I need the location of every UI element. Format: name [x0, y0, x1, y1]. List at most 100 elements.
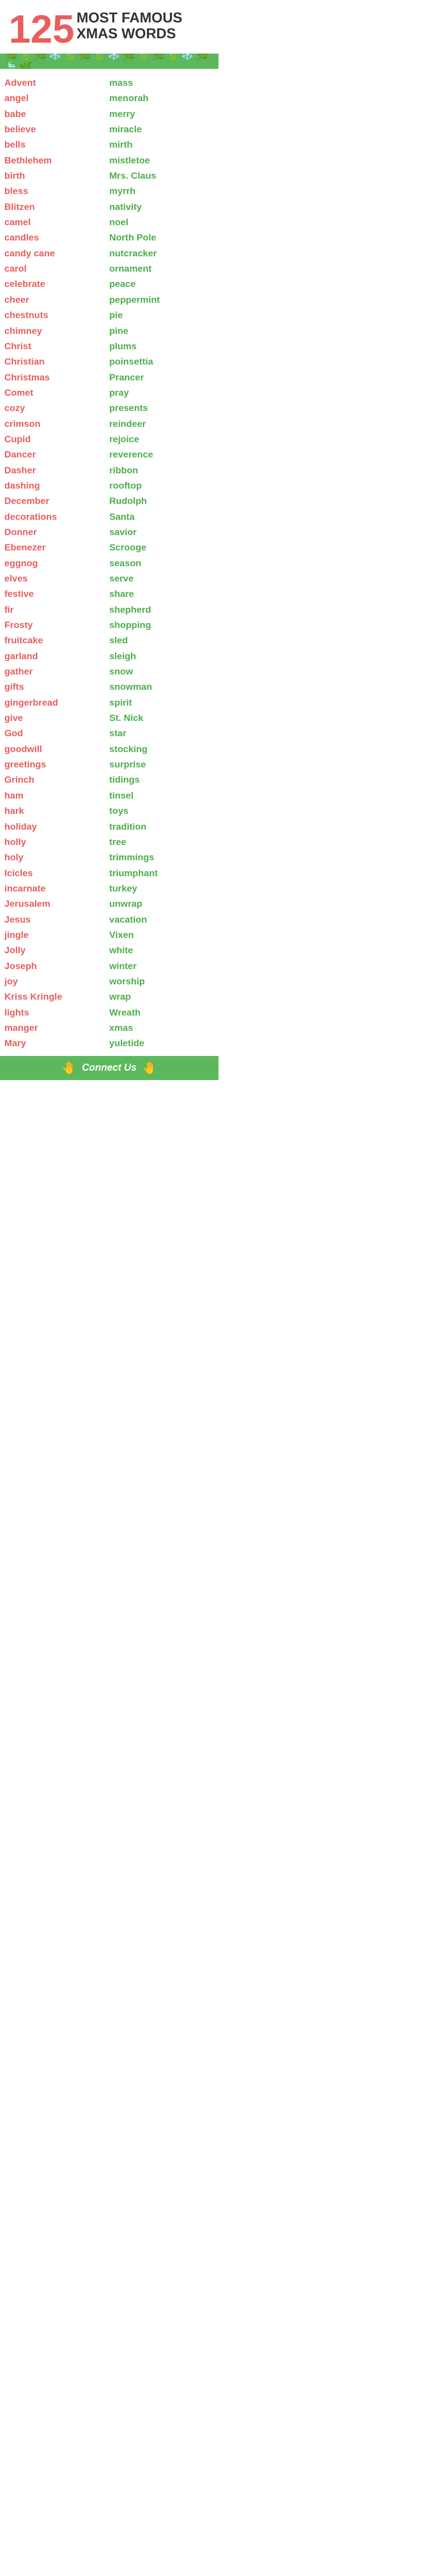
list-item: Bethlehem — [4, 153, 109, 168]
list-item: candles — [4, 230, 109, 245]
list-item: Christmas — [4, 370, 109, 385]
list-item: Santa — [109, 509, 214, 525]
list-item: mass — [109, 75, 214, 91]
list-item: dashing — [4, 478, 109, 494]
list-item: peppermint — [109, 292, 214, 308]
footer-hand-right: 🤚 — [142, 1061, 157, 1075]
list-item: tidings — [109, 772, 214, 788]
list-item: decorations — [4, 509, 109, 525]
list-item: manger — [4, 1020, 109, 1036]
list-item: camel — [4, 215, 109, 230]
list-item: incarnate — [4, 881, 109, 896]
list-item: chimney — [4, 324, 109, 339]
list-item: believe — [4, 122, 109, 137]
word-list: AdventangelbabebelievebellsBethlehembirt… — [0, 69, 218, 1056]
list-item: Jolly — [4, 943, 109, 958]
list-item: wrap — [109, 989, 214, 1005]
list-item: Dancer — [4, 447, 109, 462]
list-item: cozy — [4, 401, 109, 416]
list-item: bells — [4, 137, 109, 152]
list-item: worship — [109, 974, 214, 989]
list-item: presents — [109, 401, 214, 416]
list-item: fruitcake — [4, 633, 109, 648]
header: 125 MOST FAMOUS XMAS WORDS — [0, 0, 218, 54]
list-item: Dasher — [4, 463, 109, 478]
list-item: Mrs. Claus — [109, 168, 214, 184]
list-item: garland — [4, 649, 109, 664]
list-item: myrrh — [109, 184, 214, 199]
list-item: tree — [109, 835, 214, 850]
list-item: serve — [109, 571, 214, 586]
holly-icons: 🌿🍃🌿❄️🍃🌿🍃❄️🌿🍃🌿🍃❄️🌿🍃🌿 — [4, 54, 214, 69]
list-item: rooftop — [109, 478, 214, 494]
list-item: noel — [109, 215, 214, 230]
list-item: merry — [109, 107, 214, 122]
list-item: winter — [109, 959, 214, 974]
list-item: St. Nick — [109, 711, 214, 726]
list-item: sleigh — [109, 649, 214, 664]
list-item: goodwill — [4, 742, 109, 757]
list-item: carol — [4, 261, 109, 277]
footer-label: Connect Us — [82, 1062, 137, 1073]
list-item: Vixen — [109, 928, 214, 943]
list-item: chestnuts — [4, 308, 109, 323]
list-item: peace — [109, 277, 214, 292]
list-item: Kriss Kringle — [4, 989, 109, 1005]
list-item: xmas — [109, 1020, 214, 1036]
list-item: joy — [4, 974, 109, 989]
list-item: mistletoe — [109, 153, 214, 168]
list-item: God — [4, 726, 109, 741]
list-item: holly — [4, 835, 109, 850]
list-item: Grinch — [4, 772, 109, 788]
list-item: eggnog — [4, 556, 109, 571]
list-item: North Pole — [109, 230, 214, 245]
list-item: share — [109, 586, 214, 602]
list-item: Ebenezer — [4, 540, 109, 555]
list-item: fir — [4, 602, 109, 618]
list-item: yuletide — [109, 1036, 214, 1051]
list-item: December — [4, 494, 109, 509]
header-line1: MOST FAMOUS — [76, 10, 182, 26]
list-item: Christ — [4, 339, 109, 354]
list-item: snow — [109, 664, 214, 679]
list-item: Icicles — [4, 866, 109, 881]
list-item: hark — [4, 803, 109, 819]
list-item: ribbon — [109, 463, 214, 478]
list-item: spirit — [109, 695, 214, 711]
list-item: festive — [4, 586, 109, 602]
right-column: massmenorahmerrymiraclemirthmistletoeMrs… — [109, 75, 214, 1052]
list-item: unwrap — [109, 896, 214, 912]
list-item: give — [4, 711, 109, 726]
list-item: rejoice — [109, 432, 214, 447]
list-item: Jesus — [4, 912, 109, 928]
list-item: savior — [109, 525, 214, 540]
left-column: AdventangelbabebelievebellsBethlehembirt… — [4, 75, 109, 1052]
list-item: gather — [4, 664, 109, 679]
list-item: cheer — [4, 292, 109, 308]
list-item: nutcracker — [109, 246, 214, 261]
list-item: greetings — [4, 757, 109, 772]
list-item: candy cane — [4, 246, 109, 261]
list-item: gifts — [4, 679, 109, 695]
list-item: season — [109, 556, 214, 571]
list-item: shepherd — [109, 602, 214, 618]
list-item: crimson — [4, 416, 109, 432]
list-item: poinsettia — [109, 354, 214, 369]
list-item: ornament — [109, 261, 214, 277]
header-number: 125 — [9, 10, 74, 49]
list-item: star — [109, 726, 214, 741]
list-item: Wreath — [109, 1005, 214, 1020]
list-item: gingerbread — [4, 695, 109, 711]
list-item: Frosty — [4, 618, 109, 633]
list-item: holiday — [4, 819, 109, 835]
list-item: snowman — [109, 679, 214, 695]
list-item: Mary — [4, 1036, 109, 1051]
list-item: babe — [4, 107, 109, 122]
list-item: bless — [4, 184, 109, 199]
list-item: sled — [109, 633, 214, 648]
list-item: trimmings — [109, 850, 214, 865]
footer-hand-left: 🤚 — [62, 1061, 76, 1075]
list-item: miracle — [109, 122, 214, 137]
list-item: birth — [4, 168, 109, 184]
list-item: Prancer — [109, 370, 214, 385]
